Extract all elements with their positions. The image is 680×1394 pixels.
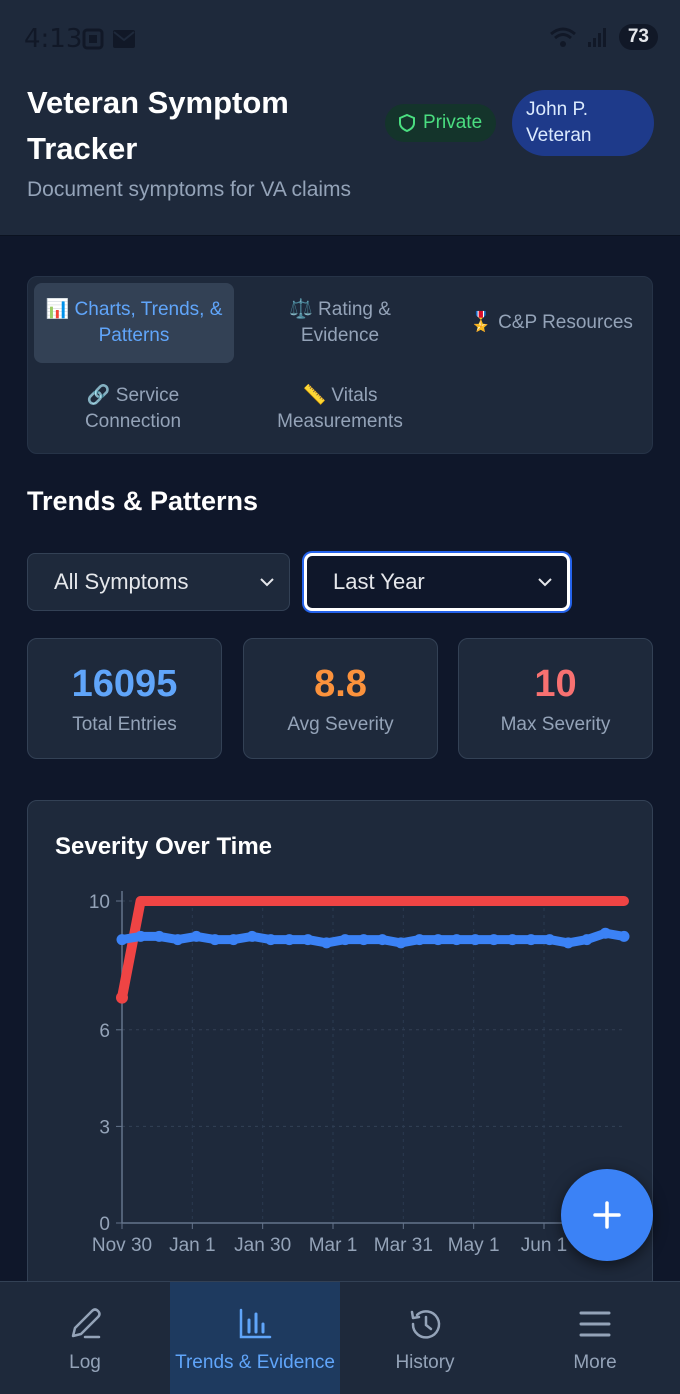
data-point [506,934,518,946]
tab-service-connection[interactable]: 🔗 Service Connection [58,369,208,449]
data-point [153,930,165,942]
stat-value: 10 [534,663,577,705]
history-icon [410,1310,441,1339]
data-point [525,934,537,946]
section-title: Trends & Patterns [27,486,259,516]
nav-trends-evidence[interactable]: Trends & Evidence [170,1282,340,1394]
nav-label: History [395,1352,455,1373]
data-point [562,937,574,949]
battery-indicator: 73 [618,24,658,50]
scale-icon: ⚖️ [289,299,313,320]
data-point [469,934,481,946]
mail-icon [113,30,135,48]
data-point [581,934,593,946]
data-point [376,934,388,946]
stat-label: Avg Severity [287,714,394,735]
severity-line-chart: 0 3 6 10 Nov 30 Jan 1 Jan 30 Mar 1 Mar 31 May 1 Ju… [89,891,630,1256]
data-point [116,934,128,946]
nav-log[interactable]: Log [0,1282,170,1394]
stat-avg-severity: 8.8 Avg Severity [243,638,438,759]
tab-charts-trends[interactable]: 📊 Charts, Trends, & Patterns [34,283,234,363]
data-point [135,930,147,942]
app-subtitle: Document symptoms for VA claims [27,178,352,201]
medal-icon: 🎖️ [469,312,493,333]
symptom-select[interactable]: All Symptoms [27,553,290,611]
data-point [358,934,370,946]
symptom-select-value: All Symptoms [54,569,189,594]
privacy-label: Private [423,112,483,133]
add-entry-button[interactable] [561,1169,653,1261]
y-tick-label: 10 [89,892,110,913]
data-point [209,934,221,946]
y-tick-label: 3 [99,1117,110,1138]
data-point [395,937,407,949]
nav-history[interactable]: History [340,1282,510,1394]
app-title: Veteran Symptom Tracker [27,85,289,166]
bottom-navigation: Log Trends & Evidence History More [0,1281,680,1394]
chart-icon: 📊 [45,299,70,320]
chevron-down-icon [538,578,552,587]
app-header: Veteran Symptom Tracker Private John P. … [0,76,680,236]
series-line [117,896,629,1003]
x-tick-label: Jan 1 [169,1235,215,1256]
screenshot-icon [82,28,104,50]
data-point [321,937,333,949]
data-point [618,930,630,942]
stat-value: 8.8 [314,663,367,705]
severity-chart-card: Severity Over Time 0 3 6 10 Nov 30 Jan 1 Jan 3… [27,800,653,1320]
x-tick-label: Jan 30 [234,1235,291,1256]
ruler-icon: 📏 [302,385,327,406]
data-point [172,934,184,946]
stat-total-entries: 16095 Total Entries [27,638,222,759]
data-point [302,934,314,946]
nav-label: More [573,1352,617,1373]
stat-value: 16095 [71,663,178,705]
x-tick-label: Mar 1 [309,1235,358,1256]
data-point [116,991,128,1004]
data-point [265,934,277,946]
status-bar: 4:13 73 [0,0,680,76]
stat-label: Max Severity [500,714,611,735]
x-tick-label: Jun 1 [521,1235,567,1256]
data-point [488,934,500,946]
y-tick-label: 6 [99,1021,110,1042]
nav-label: Trends & Evidence [175,1352,335,1373]
nav-more[interactable]: More [510,1282,680,1394]
bar-chart-icon [239,1308,272,1339]
user-profile-button[interactable]: John P. Veteran [512,90,654,156]
data-point [339,934,351,946]
privacy-badge: Private [385,104,497,142]
x-tick-label: May 1 [448,1235,500,1256]
tab-rating-evidence[interactable]: ⚖️ Rating & Evidence [260,283,420,363]
time-range-select[interactable]: Last Year [304,553,570,611]
stat-max-severity: 10 Max Severity [458,638,653,759]
data-point [283,934,295,946]
pencil-icon [71,1308,101,1339]
tab-cp-resources[interactable]: 🎖️ C&P Resources [453,283,649,363]
wifi-icon [549,27,576,47]
signal-icon [587,28,606,47]
shield-icon [399,114,415,132]
stat-label: Total Entries [72,714,177,735]
x-tick-label: Nov 30 [92,1235,152,1256]
status-time: 4:13 [24,24,83,54]
y-tick-label: 0 [99,1214,110,1235]
plus-icon [593,1201,621,1229]
menu-icon [579,1311,611,1337]
chevron-down-icon [260,578,274,587]
time-range-select-value: Last Year [333,569,425,594]
data-point [544,934,556,946]
data-point [413,934,425,946]
data-point [228,934,240,946]
data-point [190,930,202,942]
data-point [451,934,463,946]
data-point [432,934,444,946]
link-icon: 🔗 [86,385,111,406]
x-tick-label: Mar 31 [374,1235,433,1256]
feature-tabs: 📊 Charts, Trends, & Patterns ⚖️ Rating &… [27,276,653,454]
data-point [246,930,258,942]
tab-vitals-measurements[interactable]: 📏 Vitals Measurements [260,369,420,449]
data-point [599,927,611,939]
nav-label: Log [69,1352,101,1373]
